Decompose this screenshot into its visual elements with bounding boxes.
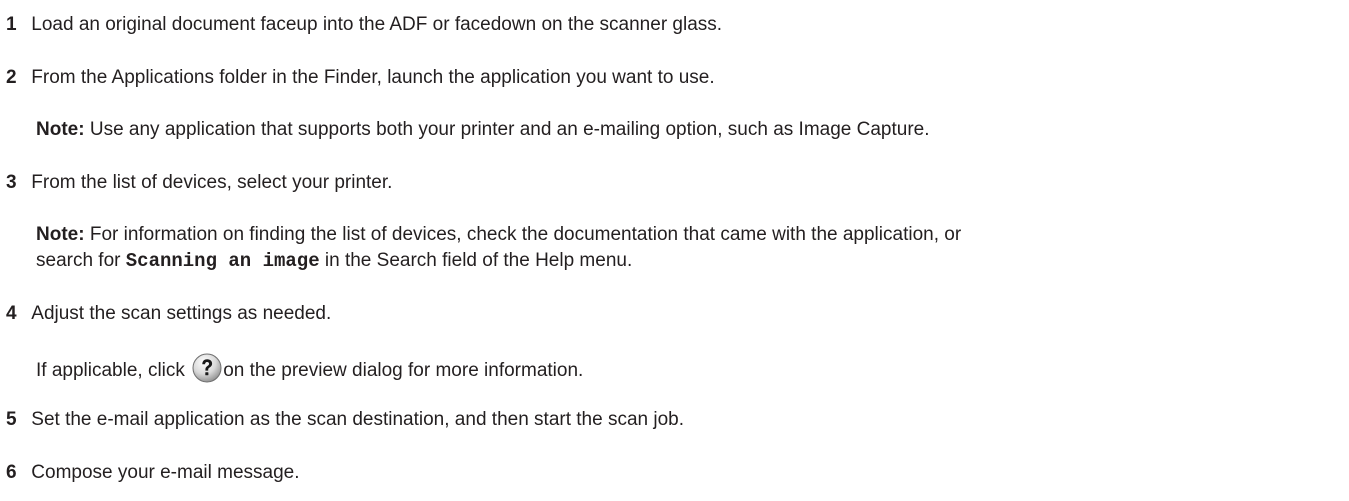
note-devices-line2: search for Scanning an image in the Sear… [36, 248, 632, 274]
search-term-code: Scanning an image [125, 250, 320, 272]
note-label: Note: [36, 224, 85, 245]
step-number: 6 [6, 462, 17, 483]
step-4: 4 Adjust the scan settings as needed. [0, 301, 331, 327]
step-text: From the Applications folder in the Find… [31, 67, 715, 88]
help-question-icon [192, 353, 222, 383]
note-text-line1: For information on finding the list of d… [84, 224, 962, 245]
step-text: Compose your e-mail message. [31, 462, 300, 483]
step-2: 2 From the Applications folder in the Fi… [0, 65, 715, 91]
detail-text-pre: If applicable, click [36, 360, 191, 381]
note-text-line2-post: in the Search field of the Help menu. [319, 250, 633, 271]
note-label: Note: [36, 119, 85, 140]
step-text: Load an original document faceup into th… [31, 14, 723, 35]
step-number: 2 [6, 67, 17, 88]
note-applications: Note: Use any application that supports … [36, 117, 930, 143]
step-number: 4 [6, 303, 17, 324]
step-number: 1 [6, 14, 17, 35]
step-text: Set the e-mail application as the scan d… [31, 409, 685, 430]
note-text-line2-pre: search for [36, 250, 126, 271]
step-text: Adjust the scan settings as needed. [31, 303, 332, 324]
step-4-detail: If applicable, click on the preview dial… [36, 353, 583, 384]
step-6: 6 Compose your e-mail message. [0, 460, 300, 486]
note-devices: Note: For information on finding the lis… [36, 222, 961, 248]
step-text: From the list of devices, select your pr… [31, 172, 393, 193]
step-number: 3 [6, 172, 17, 193]
note-text: Use any application that supports both y… [84, 119, 930, 140]
step-5: 5 Set the e-mail application as the scan… [0, 407, 684, 433]
detail-text-post: on the preview dialog for more informati… [223, 360, 584, 381]
step-3: 3 From the list of devices, select your … [0, 170, 392, 196]
step-1: 1 Load an original document faceup into … [0, 12, 722, 38]
step-number: 5 [6, 409, 17, 430]
